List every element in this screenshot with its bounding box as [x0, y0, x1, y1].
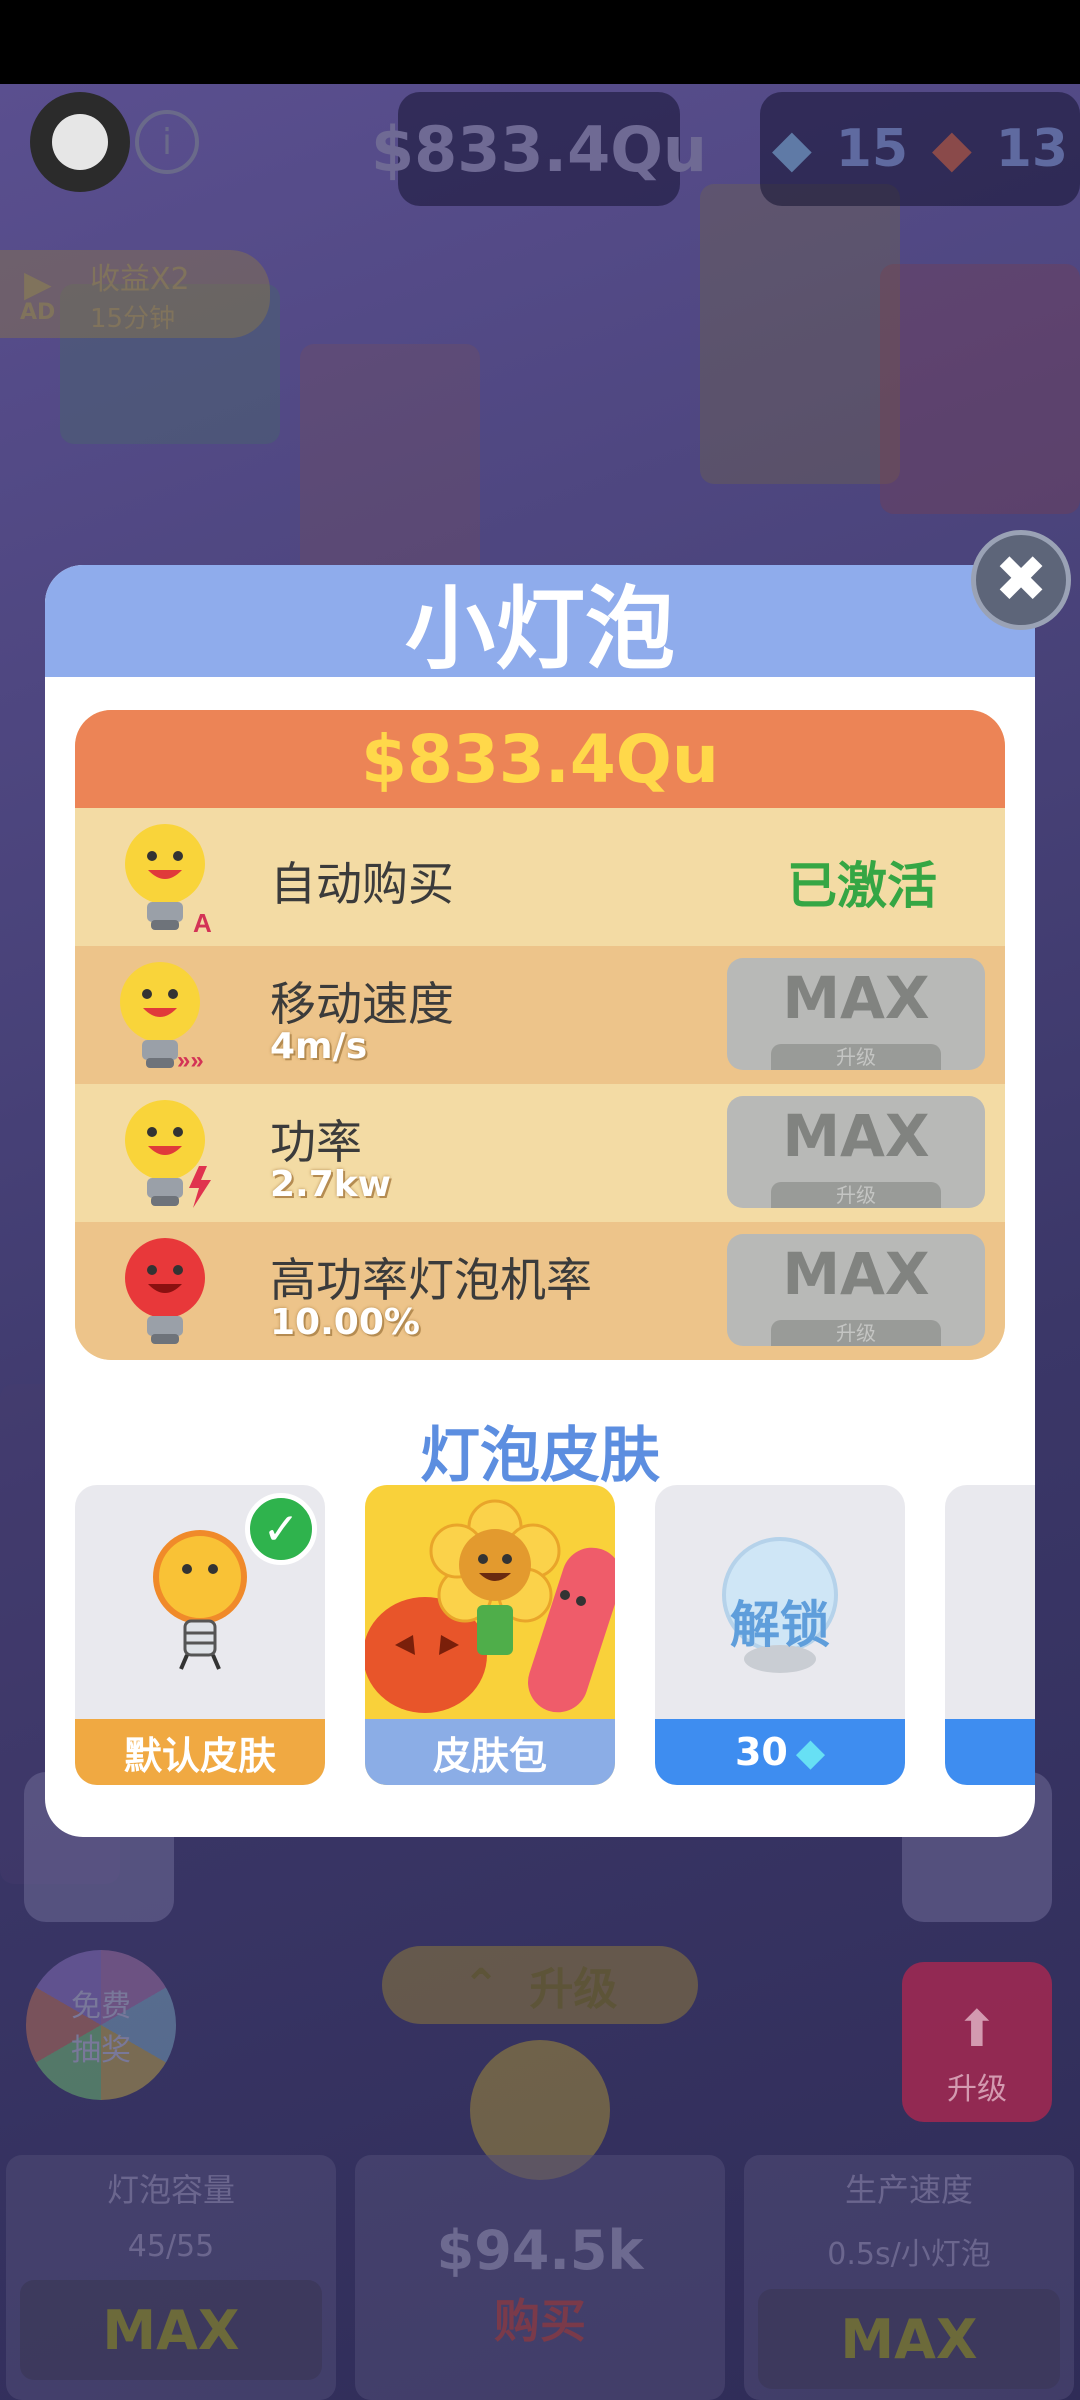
price-bar: $833.4Qu [75, 710, 1005, 808]
ad-boost-duration: 15分钟 [90, 303, 176, 334]
ticket-icon: ◆ [931, 119, 972, 179]
skin-card-partial[interactable] [945, 1485, 1035, 1785]
wheel-label: 免费抽奖 [71, 1989, 131, 2068]
move-speed-value: 4m/s [270, 1026, 368, 1067]
capacity-card: 灯泡容量 45/55 MAX [6, 2155, 336, 2400]
skin-pack-label: 皮肤包 [365, 1719, 615, 1785]
speed-value: 0.5s/小灯泡 [827, 2237, 991, 2272]
hud-money: $833.4Qu [371, 92, 707, 206]
speed-card: 生产速度 0.5s/小灯泡 MAX [744, 2155, 1074, 2400]
bulb-speed-icon: »» [120, 962, 204, 1074]
chevron-up-icon: ⌃ [462, 1959, 500, 2011]
diamond-icon: ◆ [795, 1730, 826, 1774]
default-skin-label: 默认皮肤 [75, 1719, 325, 1785]
upgrade-sub-label: 升级 [771, 1182, 941, 1208]
max-label: MAX [782, 964, 930, 1032]
bulb-auto-icon: A [125, 824, 212, 938]
upgrade-toggle-button[interactable]: ⌃ 升级 [382, 1946, 698, 2024]
stats-panel: $833.4Qu A 自动购买 已激活 »» 移动速度 4m/s MAX 升级 … [75, 710, 1005, 1360]
gem-count: 15 [835, 119, 909, 179]
power-value: 2.7kw [270, 1164, 391, 1205]
settings-button[interactable] [30, 92, 130, 192]
status-bar [0, 0, 1080, 84]
ticket-count: 13 [995, 119, 1069, 179]
upgrade-label: 升级 [529, 1964, 618, 2015]
move-speed-label: 移动速度 [270, 977, 454, 1031]
info-icon[interactable]: i [135, 110, 199, 174]
upgrade-sub-label: 升级 [771, 1044, 941, 1070]
bulb-power-icon [125, 1100, 211, 1208]
unlock-cost-bar: 30 ◆ [655, 1719, 905, 1785]
up-arrow-icon: ⬆ [956, 2000, 998, 2058]
speed-max-button[interactable]: MAX [758, 2289, 1060, 2389]
ad-play-icon: ▶ [24, 264, 52, 305]
selected-check-icon: ✓ [245, 1493, 317, 1565]
hud-currency-bar: ◆ 15 ◆ 13 [760, 92, 1080, 206]
high-power-max-button[interactable]: MAX 升级 [727, 1234, 985, 1346]
ad-boost-label: 收益X2 [90, 261, 190, 297]
power-row: 功率 2.7kw MAX 升级 [75, 1084, 1005, 1222]
upgrade-sub-label: 升级 [771, 1320, 941, 1346]
buy-card[interactable]: $94.5k 购买 [355, 2155, 725, 2400]
auto-buy-label: 自动购买 [270, 857, 454, 911]
capacity-title: 灯泡容量 [106, 2171, 235, 2209]
high-power-chance-label: 高功率灯泡机率 [270, 1253, 592, 1307]
move-speed-max-button[interactable]: MAX 升级 [727, 958, 985, 1070]
high-power-chance-value: 10.00% [270, 1302, 420, 1343]
ad-boost-button[interactable]: ▶ AD 收益X2 15分钟 [0, 250, 270, 338]
unlock-cost: 30 [734, 1730, 788, 1774]
toggle-dot-icon [52, 114, 108, 170]
move-speed-row: »» 移动速度 4m/s MAX 升级 [75, 946, 1005, 1084]
capacity-max-button[interactable]: MAX [20, 2280, 322, 2380]
skin-card-default[interactable]: ✓ 默认皮肤 [75, 1485, 325, 1785]
diamond-icon: ◆ [771, 119, 812, 179]
power-label: 功率 [270, 1115, 362, 1169]
red-upgrade-button[interactable]: ⬆ 升级 [902, 1962, 1052, 2122]
skin-card-pack[interactable]: 皮肤包 [365, 1485, 615, 1785]
capacity-value: 45/55 [127, 2229, 215, 2264]
svg-text:»»: »» [177, 1047, 204, 1074]
red-upgrade-label: 升级 [947, 2072, 1007, 2107]
buy-label: 购买 [494, 2294, 586, 2348]
skin-pack-icon [365, 1499, 615, 1713]
ad-badge: AD [20, 300, 56, 325]
speed-title: 生产速度 [844, 2171, 973, 2209]
skins-title: 灯泡皮肤 [420, 1421, 660, 1491]
auto-buy-row: A 自动购买 已激活 [75, 808, 1005, 946]
close-button[interactable]: ✖ [971, 530, 1071, 630]
high-power-chance-row: 高功率灯泡机率 10.00% MAX 升级 [75, 1222, 1005, 1360]
red-bulb-icon [125, 1238, 205, 1344]
max-label: MAX [782, 1240, 930, 1308]
skin-card-locked[interactable]: 解锁 30 ◆ [655, 1485, 905, 1785]
unlock-label: 解锁 [730, 1596, 830, 1654]
power-max-button[interactable]: MAX 升级 [727, 1096, 985, 1208]
svg-text:A: A [193, 908, 212, 938]
max-label: MAX [782, 1102, 930, 1170]
modal-title: 小灯泡 [405, 577, 675, 682]
auto-buy-status: 已激活 [787, 857, 937, 915]
partial-skin-foot [945, 1719, 1035, 1785]
free-lottery-wheel[interactable]: 免费抽奖 [26, 1950, 176, 2100]
bulb-upgrade-modal: 小灯泡 $833.4Qu A 自动购买 已激活 »» 移动速度 4m/s MAX… [45, 565, 1035, 1837]
buy-price: $94.5k [436, 2218, 644, 2282]
